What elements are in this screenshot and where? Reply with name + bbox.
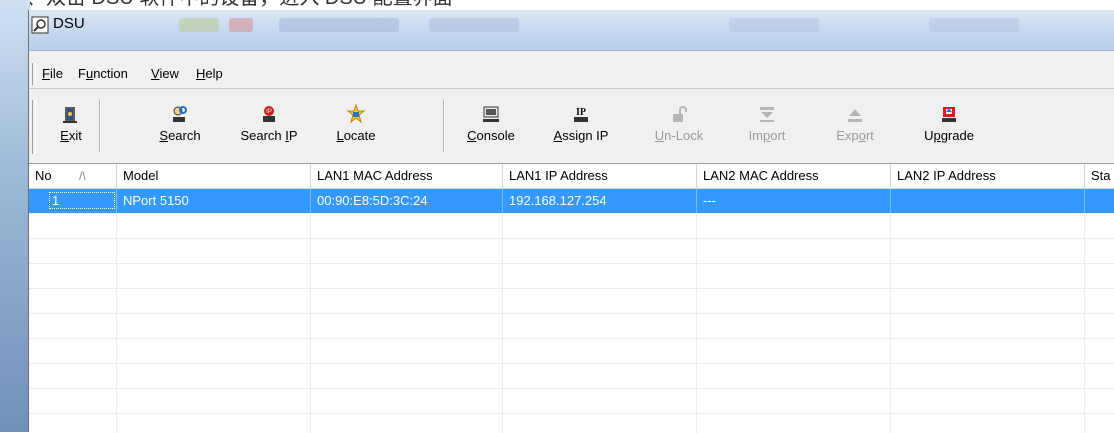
- assign-ip-icon: IP: [574, 107, 588, 122]
- empty-row: [29, 239, 1114, 264]
- empty-row: [29, 364, 1114, 389]
- menu-file[interactable]: File: [42, 65, 63, 83]
- device-list: No /\ Model LAN1 MAC Address LAN1 IP Add…: [29, 163, 1114, 433]
- column-divider: [116, 214, 117, 433]
- blurred-background: [929, 18, 1019, 32]
- locate-button[interactable]: Locate: [321, 98, 391, 154]
- column-divider: [696, 214, 697, 433]
- page-caption: 二、双击 DSU 软件中的设备，进入 DSU 配置界面: [0, 0, 1114, 10]
- column-header-lan2-mac[interactable]: LAN2 MAC Address: [697, 164, 891, 188]
- empty-row: [29, 414, 1114, 433]
- column-divider: [1084, 214, 1085, 433]
- row-number: 1: [49, 192, 115, 209]
- blurred-background: [279, 18, 399, 32]
- export-button[interactable]: Export: [823, 98, 887, 154]
- table-header: No /\ Model LAN1 MAC Address LAN1 IP Add…: [29, 164, 1114, 189]
- exit-icon: [63, 107, 77, 123]
- search-ip-icon: IP: [263, 106, 275, 122]
- cell-lan2-mac: ---: [697, 189, 891, 213]
- toolbar-separator: [443, 100, 445, 152]
- export-icon: [848, 109, 862, 122]
- app-icon: [31, 16, 49, 34]
- empty-row: [29, 314, 1114, 339]
- search-button[interactable]: Search: [145, 98, 215, 154]
- upgrade-icon: [942, 107, 956, 122]
- blurred-background: [179, 18, 219, 32]
- column-header-no[interactable]: No /\: [29, 164, 117, 188]
- empty-row: [29, 289, 1114, 314]
- toolbar-separator: [99, 100, 101, 152]
- cell-lan1-mac: 00:90:E8:5D:3C:24: [311, 189, 503, 213]
- import-icon: [760, 107, 774, 122]
- column-divider: [890, 214, 891, 433]
- menu-grip[interactable]: [32, 63, 36, 85]
- empty-row: [29, 214, 1114, 239]
- cell-lan2-ip: [891, 189, 1085, 213]
- column-header-lan2-ip[interactable]: LAN2 IP Address: [891, 164, 1085, 188]
- menu-help[interactable]: Help: [196, 65, 223, 83]
- desktop-background: [0, 0, 30, 432]
- console-button[interactable]: Console: [459, 98, 523, 154]
- assign-ip-button[interactable]: IP Assign IP: [541, 98, 621, 154]
- cell-lan1-ip: 192.168.127.254: [503, 189, 697, 213]
- menu-view[interactable]: View: [151, 65, 179, 83]
- column-header-status[interactable]: Sta: [1085, 164, 1114, 188]
- svg-text:IP: IP: [576, 107, 586, 118]
- console-icon: [483, 106, 499, 122]
- svg-text:IP: IP: [266, 109, 272, 115]
- menu-bar: File Function View Help: [29, 60, 1114, 89]
- toolbar-grip[interactable]: [32, 100, 36, 154]
- window-title: DSU: [53, 15, 85, 32]
- unlock-button[interactable]: Un-Lock: [647, 98, 711, 154]
- blurred-background: [229, 18, 253, 32]
- search-ip-button[interactable]: IP Search IP: [227, 98, 311, 154]
- blurred-background: [729, 18, 819, 32]
- toolbar: Exit Search IP Search IP Locate Console …: [29, 92, 1114, 160]
- column-header-lan1-ip[interactable]: LAN1 IP Address: [503, 164, 697, 188]
- empty-row: [29, 389, 1114, 414]
- column-header-lan1-mac[interactable]: LAN1 MAC Address: [311, 164, 503, 188]
- sort-ascending-icon: /\: [79, 169, 86, 183]
- unlock-icon: [673, 106, 687, 122]
- blurred-background: [429, 18, 519, 32]
- column-divider: [310, 214, 311, 433]
- empty-row: [29, 339, 1114, 364]
- upgrade-button[interactable]: Upgrade: [909, 98, 989, 154]
- empty-row: [29, 264, 1114, 289]
- cell-model: NPort 5150: [117, 189, 311, 213]
- import-button[interactable]: Import: [735, 98, 799, 154]
- exit-button[interactable]: Exit: [51, 98, 91, 154]
- cell-status: [1085, 189, 1114, 213]
- menu-function[interactable]: Function: [78, 65, 128, 83]
- dsu-window: DSU File Function View Help Exit Search …: [28, 10, 1114, 433]
- column-header-model[interactable]: Model: [117, 164, 311, 188]
- title-bar[interactable]: DSU: [29, 10, 1114, 51]
- column-divider: [502, 214, 503, 433]
- table-row[interactable]: 1 NPort 5150 00:90:E8:5D:3C:24 192.168.1…: [29, 189, 1114, 214]
- search-icon: [173, 106, 187, 122]
- locate-icon: [346, 104, 366, 124]
